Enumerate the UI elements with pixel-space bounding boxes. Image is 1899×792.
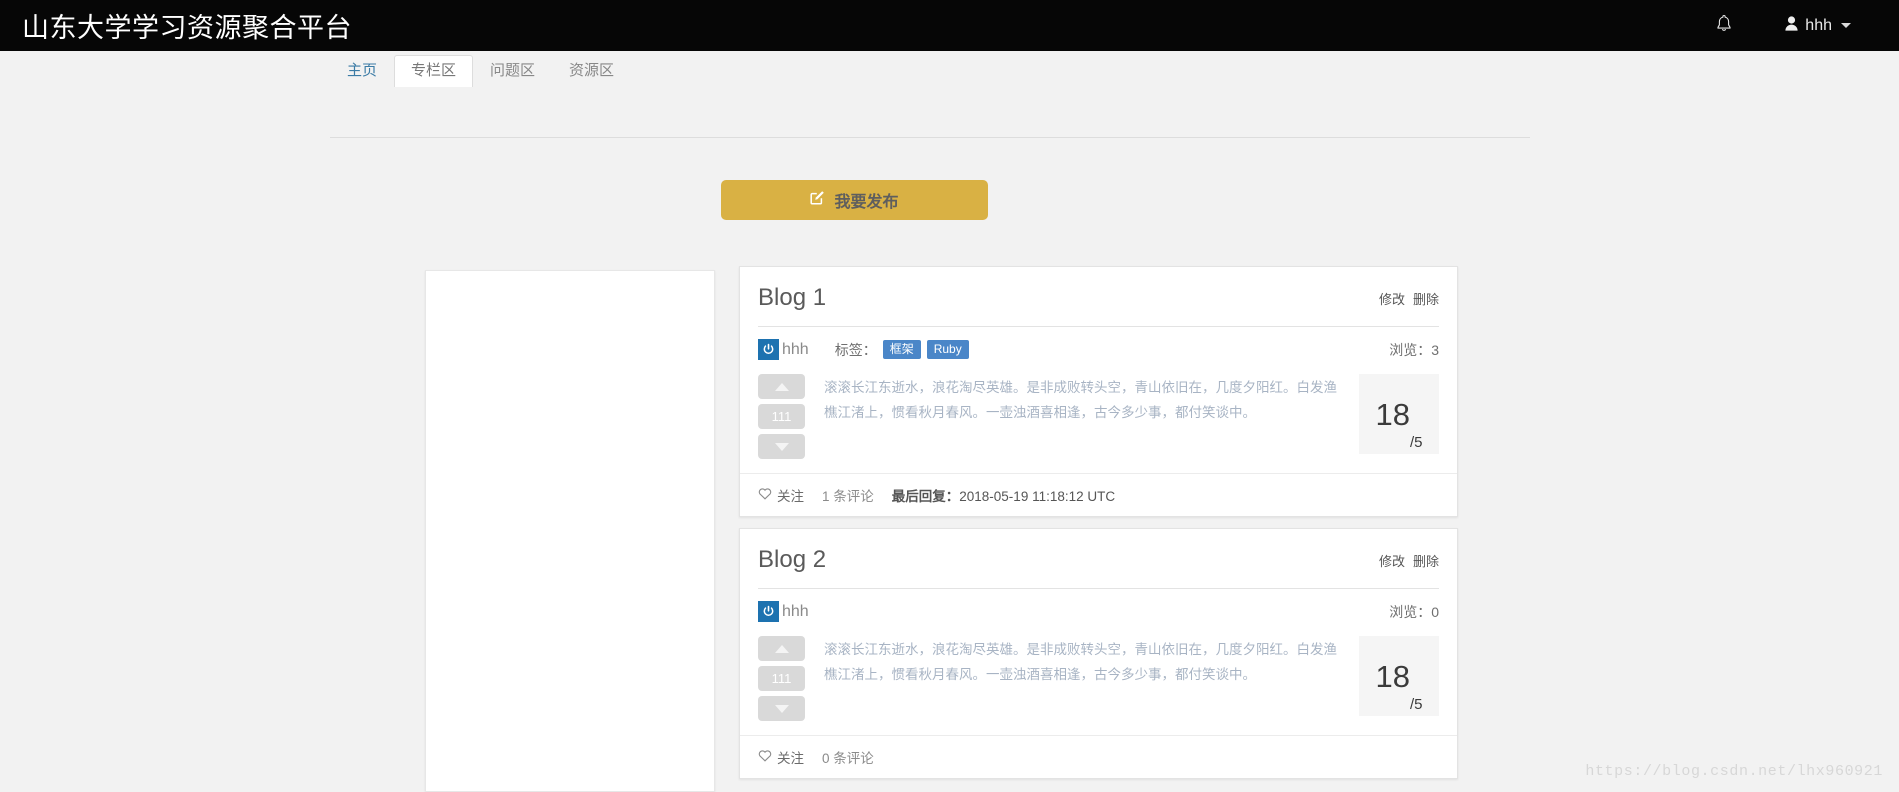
power-icon [763, 605, 774, 616]
arrow-up-icon [774, 644, 789, 653]
upvote-button[interactable] [758, 374, 805, 399]
page-title: 山东大学学习资源聚合平台 [22, 13, 352, 43]
blog-author[interactable]: hhh [782, 341, 809, 359]
blog-card[interactable]: Blog 1 修改 删除 hhh 标签： 框架 Ruby 浏览：3 111 滚滚… [739, 266, 1458, 517]
score-value: 18 [1375, 658, 1410, 694]
blog-card-header: Blog 2 修改 删除 [740, 529, 1457, 575]
follow-label: 关注 [777, 489, 804, 504]
blog-card-actions: 修改 删除 [1379, 545, 1439, 570]
downvote-button[interactable] [758, 434, 805, 459]
tab-divider [330, 137, 1530, 138]
navbar-right-group: hhh [1701, 0, 1899, 51]
blog-excerpt: 滚滚长江东逝水，浪花淘尽英雄。是非成败转头空，青山依旧在，几度夕阳红。白发渔樵江… [824, 380, 1337, 420]
vote-widget: 111 [758, 374, 805, 459]
arrow-down-icon [774, 704, 789, 713]
edit-link[interactable]: 修改 [1379, 551, 1405, 570]
publish-button-label: 我要发布 [834, 194, 899, 211]
last-reply-label: 最后回复： [891, 489, 960, 504]
blog-meta-row: hhh 标签： 框架 Ruby 浏览：3 [740, 327, 1457, 360]
blog-title[interactable]: Blog 1 [758, 283, 1379, 313]
chevron-down-icon [1841, 23, 1851, 28]
notifications-button[interactable] [1701, 0, 1747, 51]
edit-square-icon [810, 190, 825, 210]
arrow-up-icon [774, 382, 789, 391]
blog-list: Blog 1 修改 删除 hhh 标签： 框架 Ruby 浏览：3 111 滚滚… [739, 266, 1458, 790]
tab-home[interactable]: 主页 [330, 55, 395, 87]
last-reply: 最后回复：2018-05-19 11:18:12 UTC [892, 485, 1115, 505]
blog-author[interactable]: hhh [782, 603, 809, 621]
last-reply-time: 2018-05-19 11:18:12 UTC [959, 489, 1116, 504]
blog-card-header: Blog 1 修改 删除 [740, 267, 1457, 313]
sidebar-panel [425, 270, 715, 792]
heart-icon [758, 487, 772, 503]
blog-card-footer: 关注 0 条评论 [740, 735, 1457, 778]
vote-widget: 111 [758, 636, 805, 721]
tab-questions[interactable]: 问题区 [473, 55, 552, 87]
avatar[interactable] [758, 601, 779, 622]
avatar[interactable] [758, 339, 779, 360]
arrow-down-icon [774, 442, 789, 451]
downvote-button[interactable] [758, 696, 805, 721]
publish-button[interactable]: 我要发布 [721, 180, 988, 220]
power-icon [763, 343, 774, 354]
user-menu-label: hhh [1805, 16, 1832, 34]
tab-list: 主页 专栏区 问题区 资源区 [330, 51, 631, 87]
blog-card-footer: 关注 1 条评论 最后回复：2018-05-19 11:18:12 UTC [740, 473, 1457, 516]
tab-resources[interactable]: 资源区 [552, 55, 631, 87]
tag-badge[interactable]: 框架 [882, 339, 921, 360]
comment-count: 0 条评论 [822, 751, 874, 766]
tag-badge[interactable]: Ruby [926, 339, 969, 360]
comment-count: 1 条评论 [822, 489, 874, 504]
tags-label: 标签： [834, 341, 877, 358]
blog-card-body: 111 滚滚长江东逝水，浪花淘尽英雄。是非成败转头空，青山依旧在，几度夕阳红。白… [740, 360, 1457, 473]
blog-card-body: 111 滚滚长江东逝水，浪花淘尽英雄。是非成败转头空，青山依旧在，几度夕阳红。白… [740, 622, 1457, 735]
delete-link[interactable]: 删除 [1413, 289, 1439, 308]
follow-label: 关注 [777, 751, 804, 766]
view-count: 浏览：3 [1389, 341, 1439, 358]
score-denominator: /5 [1409, 434, 1423, 451]
delete-link[interactable]: 删除 [1413, 551, 1439, 570]
bell-icon [1715, 14, 1733, 38]
edit-link[interactable]: 修改 [1379, 289, 1405, 308]
view-count: 浏览：0 [1389, 603, 1439, 620]
tab-columns[interactable]: 专栏区 [394, 55, 474, 87]
top-navbar: 山东大学学习资源聚合平台 hhh [0, 0, 1899, 51]
user-menu[interactable]: hhh [1785, 15, 1851, 36]
tab-bar: 主页 专栏区 问题区 资源区 [0, 51, 1899, 138]
score-denominator: /5 [1409, 696, 1423, 713]
blog-card[interactable]: Blog 2 修改 删除 hhh 浏览：0 111 滚滚长江东逝水，浪花淘尽英雄… [739, 528, 1458, 779]
follow-button[interactable]: 关注 [758, 747, 804, 767]
user-icon [1785, 15, 1798, 36]
blog-title[interactable]: Blog 2 [758, 545, 1379, 575]
blog-excerpt: 滚滚长江东逝水，浪花淘尽英雄。是非成败转头空，青山依旧在，几度夕阳红。白发渔樵江… [824, 642, 1337, 682]
score-badge: 18 /5 [1359, 374, 1439, 454]
blog-card-actions: 修改 删除 [1379, 283, 1439, 308]
follow-button[interactable]: 关注 [758, 485, 804, 505]
score-value: 18 [1375, 396, 1410, 432]
vote-count: 111 [758, 404, 805, 429]
upvote-button[interactable] [758, 636, 805, 661]
heart-icon [758, 749, 772, 765]
watermark: https://blog.csdn.net/lhx960921 [1585, 763, 1883, 780]
blog-meta-row: hhh 浏览：0 [740, 589, 1457, 622]
score-badge: 18 /5 [1359, 636, 1439, 716]
vote-count: 111 [758, 666, 805, 691]
